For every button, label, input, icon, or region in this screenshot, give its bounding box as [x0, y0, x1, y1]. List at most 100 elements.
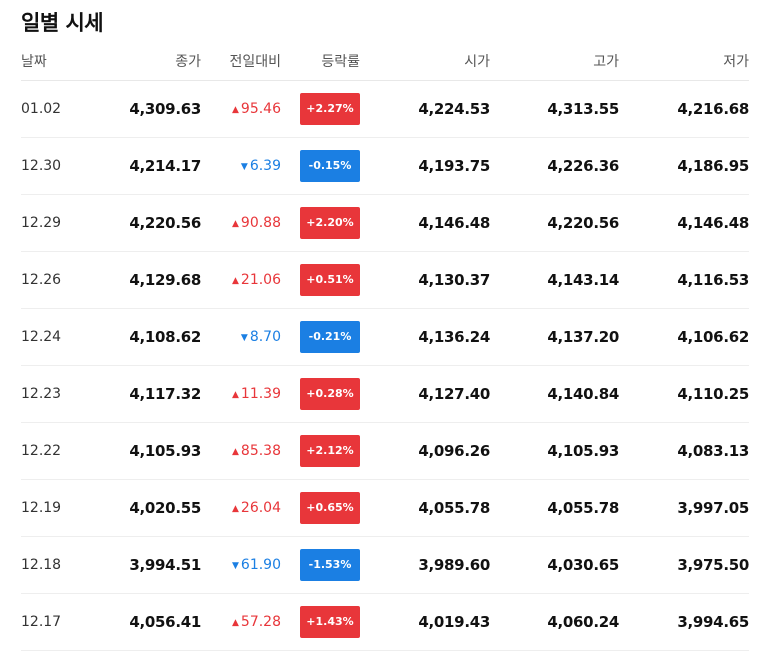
- table-row: 12.17 4,056.41 ▲ 57.28 +1.43% 4,019.43 4,060.2…: [21, 593, 749, 651]
- table-row: 12.19 4,020.55 ▲ 26.04 +0.65% 4,055.78 4,055.7…: [21, 479, 749, 537]
- row-high: 4,143.14: [490, 251, 619, 309]
- row-high: 4,055.78: [490, 479, 619, 537]
- rate-badge: +1.43%: [300, 606, 360, 638]
- rate-badge: +2.20%: [300, 207, 360, 239]
- row-low: 4,116.53: [619, 251, 749, 309]
- rate-badge: -0.15%: [300, 150, 360, 182]
- row-rate: -0.21%: [281, 308, 360, 366]
- table-body: 01.02 4,309.63 ▲ 95.46 +2.27% 4,224.53 4,313.5…: [21, 80, 749, 651]
- row-diff-value: 90.88: [240, 215, 281, 231]
- table-row: 01.02 4,309.63 ▲ 95.46 +2.27% 4,224.53 4,313.5…: [21, 80, 749, 138]
- row-rate: -0.15%: [281, 137, 360, 195]
- row-low: 4,186.95: [619, 137, 749, 195]
- row-open: 4,130.37: [360, 251, 490, 309]
- row-high: 4,313.55: [490, 80, 619, 138]
- row-diff-value: 21.06: [240, 272, 281, 288]
- table-row: 12.29 4,220.56 ▲ 90.88 +2.20% 4,146.48 4,220.5…: [21, 194, 749, 252]
- row-low: 4,110.25: [619, 365, 749, 423]
- row-open: 4,127.40: [360, 365, 490, 423]
- triangle-up-icon: ▲: [231, 276, 239, 286]
- row-open: 3,989.60: [360, 536, 490, 594]
- row-open: 4,055.78: [360, 479, 490, 537]
- daily-price-table: 날짜 종가 전일대비 등락률 시가 고가 저가 01.02 4,309.63 ▲ 95…: [21, 42, 749, 651]
- triangle-down-icon: ▼: [240, 333, 248, 343]
- rate-badge: +0.65%: [300, 492, 360, 524]
- row-diff: ▲ 90.88: [201, 194, 281, 252]
- row-diff: ▲ 21.06: [201, 251, 281, 309]
- row-diff-value: 57.28: [240, 614, 281, 630]
- row-date: 01.02: [21, 80, 101, 138]
- row-date: 12.24: [21, 308, 101, 366]
- rate-badge: -1.53%: [300, 549, 360, 581]
- table-row: 12.26 4,129.68 ▲ 21.06 +0.51% 4,130.37 4,143.1…: [21, 251, 749, 309]
- row-high: 4,137.20: [490, 308, 619, 366]
- header-row: 날짜 종가 전일대비 등락률 시가 고가 저가: [21, 42, 749, 81]
- row-rate: +2.12%: [281, 422, 360, 480]
- rate-badge: +0.51%: [300, 264, 360, 296]
- triangle-up-icon: ▲: [231, 219, 239, 229]
- panel-title: 일별 시세: [21, 11, 104, 35]
- triangle-up-icon: ▲: [231, 447, 239, 457]
- row-high: 4,060.24: [490, 593, 619, 651]
- row-low: 3,994.65: [619, 593, 749, 651]
- row-low: 3,975.50: [619, 536, 749, 594]
- header-rate: 등락률: [281, 42, 360, 81]
- row-date: 12.18: [21, 536, 101, 594]
- row-rate: +0.28%: [281, 365, 360, 423]
- triangle-down-icon: ▼: [231, 561, 239, 571]
- row-diff: ▲ 26.04: [201, 479, 281, 537]
- row-date: 12.22: [21, 422, 101, 480]
- row-close: 4,105.93: [101, 422, 201, 480]
- row-diff-value: 95.46: [240, 101, 281, 117]
- row-diff-value: 26.04: [240, 500, 281, 516]
- row-high: 4,140.84: [490, 365, 619, 423]
- row-low: 4,146.48: [619, 194, 749, 252]
- row-high: 4,226.36: [490, 137, 619, 195]
- row-date: 12.17: [21, 593, 101, 651]
- triangle-up-icon: ▲: [231, 618, 239, 628]
- row-open: 4,096.26: [360, 422, 490, 480]
- rate-badge: +2.12%: [300, 435, 360, 467]
- row-low: 4,106.62: [619, 308, 749, 366]
- row-diff: ▲ 95.46: [201, 80, 281, 138]
- row-close: 4,214.17: [101, 137, 201, 195]
- row-close: 4,108.62: [101, 308, 201, 366]
- row-low: 4,083.13: [619, 422, 749, 480]
- rate-badge: -0.21%: [300, 321, 360, 353]
- rate-badge: +0.28%: [300, 378, 360, 410]
- row-close: 4,020.55: [101, 479, 201, 537]
- row-diff-value: 6.39: [249, 158, 281, 174]
- triangle-up-icon: ▲: [231, 105, 239, 115]
- row-close: 4,220.56: [101, 194, 201, 252]
- row-diff: ▲ 11.39: [201, 365, 281, 423]
- table-row: 12.30 4,214.17 ▼ 6.39 -0.15% 4,193.75 4,226.36…: [21, 137, 749, 195]
- row-rate: +2.27%: [281, 80, 360, 138]
- row-open: 4,224.53: [360, 80, 490, 138]
- row-high: 4,105.93: [490, 422, 619, 480]
- row-high: 4,220.56: [490, 194, 619, 252]
- row-open: 4,146.48: [360, 194, 490, 252]
- table-row: 12.24 4,108.62 ▼ 8.70 -0.21% 4,136.24 4,137.20…: [21, 308, 749, 366]
- row-diff-value: 61.90: [240, 557, 281, 573]
- row-close: 4,056.41: [101, 593, 201, 651]
- row-rate: +0.65%: [281, 479, 360, 537]
- row-date: 12.26: [21, 251, 101, 309]
- row-date: 12.30: [21, 137, 101, 195]
- row-diff-value: 85.38: [240, 443, 281, 459]
- header-date: 날짜: [21, 42, 101, 81]
- row-open: 4,019.43: [360, 593, 490, 651]
- triangle-up-icon: ▲: [231, 390, 239, 400]
- row-rate: +0.51%: [281, 251, 360, 309]
- row-diff-value: 8.70: [249, 329, 281, 345]
- header-open: 시가: [360, 42, 490, 81]
- table-row: 12.18 3,994.51 ▼ 61.90 -1.53% 3,989.60 4,030.6…: [21, 536, 749, 594]
- row-rate: +1.43%: [281, 593, 360, 651]
- row-open: 4,136.24: [360, 308, 490, 366]
- row-diff: ▲ 85.38: [201, 422, 281, 480]
- row-diff: ▲ 57.28: [201, 593, 281, 651]
- header-diff: 전일대비: [201, 42, 281, 81]
- row-close: 4,117.32: [101, 365, 201, 423]
- row-date: 12.19: [21, 479, 101, 537]
- row-close: 4,309.63: [101, 80, 201, 138]
- row-diff: ▼ 61.90: [201, 536, 281, 594]
